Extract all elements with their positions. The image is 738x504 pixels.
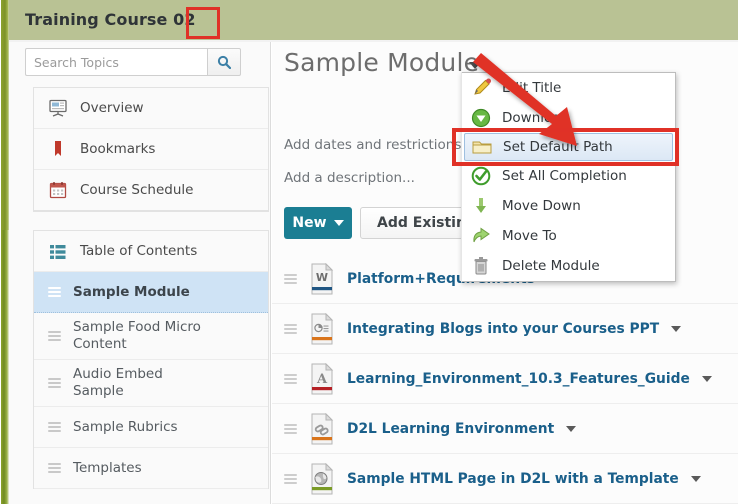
- topic-options-caret[interactable]: [690, 475, 701, 482]
- arrow-down-icon: [470, 195, 492, 217]
- menu-item-label: Move To: [502, 228, 557, 244]
- menu-item-set-default-path[interactable]: Set Default Path: [464, 133, 673, 161]
- course-content-page: Training Course 02 Search Topics Overvie…: [0, 0, 738, 504]
- sidebar-item-label: Table of Contents: [80, 243, 198, 259]
- menu-icon-column-divider: [461, 72, 462, 282]
- drag-handle-icon[interactable]: [48, 329, 61, 343]
- new-button[interactable]: New: [284, 207, 352, 239]
- drag-handle-icon[interactable]: [48, 376, 61, 390]
- bookmark-icon: [48, 139, 68, 159]
- list-icon: [48, 241, 68, 261]
- move-to-arrow-icon: [470, 225, 492, 247]
- menu-item-label: Delete Module: [502, 258, 600, 274]
- content-topic-list: W Platform+Requirements Integrating Blog…: [272, 254, 738, 504]
- search-icon: [217, 55, 231, 69]
- menu-item-delete-module[interactable]: Delete Module: [462, 251, 675, 281]
- topic-options-caret[interactable]: [701, 375, 712, 382]
- menu-item-label: Set Default Path: [503, 139, 613, 155]
- drag-handle-icon[interactable]: [48, 285, 61, 299]
- table-row[interactable]: A Learning_Environment_10.3_Features_Gui…: [272, 354, 738, 404]
- table-row[interactable]: Sample HTML Page in D2L with a Template: [272, 454, 738, 504]
- menu-item-set-all-completion[interactable]: Set All Completion: [462, 161, 675, 191]
- topic-options-caret[interactable]: [671, 325, 682, 332]
- module-context-menu: Edit Title Download Set Default Path Set…: [461, 72, 676, 282]
- menu-item-move-down[interactable]: Move Down: [462, 191, 675, 221]
- chevron-down-icon: [333, 220, 344, 226]
- sidebar-item-label: Course Schedule: [80, 182, 194, 198]
- search-topics-row: [25, 48, 245, 76]
- toc-item-sample-food-micro-content[interactable]: Sample Food Micro Content: [34, 313, 268, 360]
- drag-handle-icon[interactable]: [284, 372, 297, 386]
- menu-item-label: Edit Title: [502, 80, 562, 96]
- course-banner: Training Course 02: [9, 0, 738, 40]
- pencil-icon: [470, 77, 492, 99]
- html-globe-document-icon: [309, 462, 335, 495]
- check-circle-icon: [470, 165, 492, 187]
- sidebar-nav-group: Overview Bookmarks Course Schedule: [33, 87, 269, 212]
- search-input[interactable]: [25, 48, 207, 76]
- drag-handle-icon[interactable]: [284, 422, 297, 436]
- sidebar: Overview Bookmarks: [9, 42, 271, 504]
- menu-item-label: Move Down: [502, 198, 581, 214]
- sidebar-item-label: Bookmarks: [80, 141, 156, 157]
- drag-handle-icon[interactable]: [48, 461, 61, 475]
- sidebar-item-table-of-contents[interactable]: Table of Contents: [34, 231, 268, 272]
- pdf-document-icon: A: [309, 362, 335, 395]
- trash-icon: [470, 255, 492, 277]
- drag-handle-icon[interactable]: [48, 420, 61, 434]
- add-dates-restrictions-link[interactable]: Add dates and restrictions...: [284, 137, 474, 153]
- sidebar-item-course-schedule[interactable]: Course Schedule: [34, 170, 268, 211]
- sidebar-item-label: Overview: [80, 100, 144, 116]
- drag-handle-icon[interactable]: [284, 272, 297, 286]
- download-circle-icon: [470, 107, 492, 129]
- menu-item-download[interactable]: Download: [462, 103, 675, 133]
- toc-item-audio-embed-sample[interactable]: Audio Embed Sample: [34, 360, 268, 407]
- topic-link[interactable]: Sample HTML Page in D2L with a Template: [347, 471, 679, 487]
- menu-item-label: Set All Completion: [502, 168, 627, 184]
- drag-handle-icon[interactable]: [284, 322, 297, 336]
- toc-item-label: Sample Rubrics: [73, 418, 178, 435]
- menu-item-edit-title[interactable]: Edit Title: [462, 73, 675, 103]
- drag-handle-icon[interactable]: [284, 472, 297, 486]
- svg-text:A: A: [316, 372, 328, 387]
- word-document-icon: W: [309, 262, 335, 295]
- sidebar-item-overview[interactable]: Overview: [34, 88, 268, 129]
- calendar-icon: [48, 180, 68, 200]
- toc-item-label: Sample Module: [73, 283, 190, 300]
- new-button-label: New: [292, 215, 327, 231]
- toc-item-label: Audio Embed Sample: [73, 366, 163, 399]
- table-of-contents-group: Table of Contents Sample Module Sample F…: [33, 230, 269, 489]
- toc-item-label: Sample Food Micro Content: [73, 319, 201, 352]
- chevron-down-icon: [469, 61, 481, 69]
- menu-item-move-to[interactable]: Move To: [462, 221, 675, 251]
- powerpoint-document-icon: [309, 312, 335, 345]
- topic-link[interactable]: Integrating Blogs into your Courses PPT: [347, 321, 659, 337]
- page-title: Sample Module: [284, 48, 480, 77]
- course-title: Training Course 02: [25, 10, 196, 29]
- folder-icon: [471, 136, 493, 158]
- toc-item-label: Templates: [73, 459, 142, 476]
- topic-options-caret[interactable]: [566, 425, 577, 432]
- toc-item-sample-rubrics[interactable]: Sample Rubrics: [34, 407, 268, 448]
- page-edge-decoration-lower: [0, 230, 9, 504]
- toc-item-templates[interactable]: Templates: [34, 448, 268, 489]
- overview-board-icon: [48, 98, 68, 118]
- topic-link[interactable]: Learning_Environment_10.3_Features_Guide: [347, 371, 690, 387]
- menu-item-label: Download: [502, 110, 570, 126]
- toc-item-sample-module[interactable]: Sample Module: [34, 272, 268, 313]
- add-description-link[interactable]: Add a description...: [284, 170, 415, 186]
- table-row[interactable]: Integrating Blogs into your Courses PPT: [272, 304, 738, 354]
- sidebar-item-bookmarks[interactable]: Bookmarks: [34, 129, 268, 170]
- svg-text:W: W: [316, 271, 328, 284]
- link-document-icon: [309, 412, 335, 445]
- topic-link[interactable]: D2L Learning Environment: [347, 421, 554, 437]
- search-button[interactable]: [207, 48, 241, 76]
- table-row[interactable]: D2L Learning Environment: [272, 404, 738, 454]
